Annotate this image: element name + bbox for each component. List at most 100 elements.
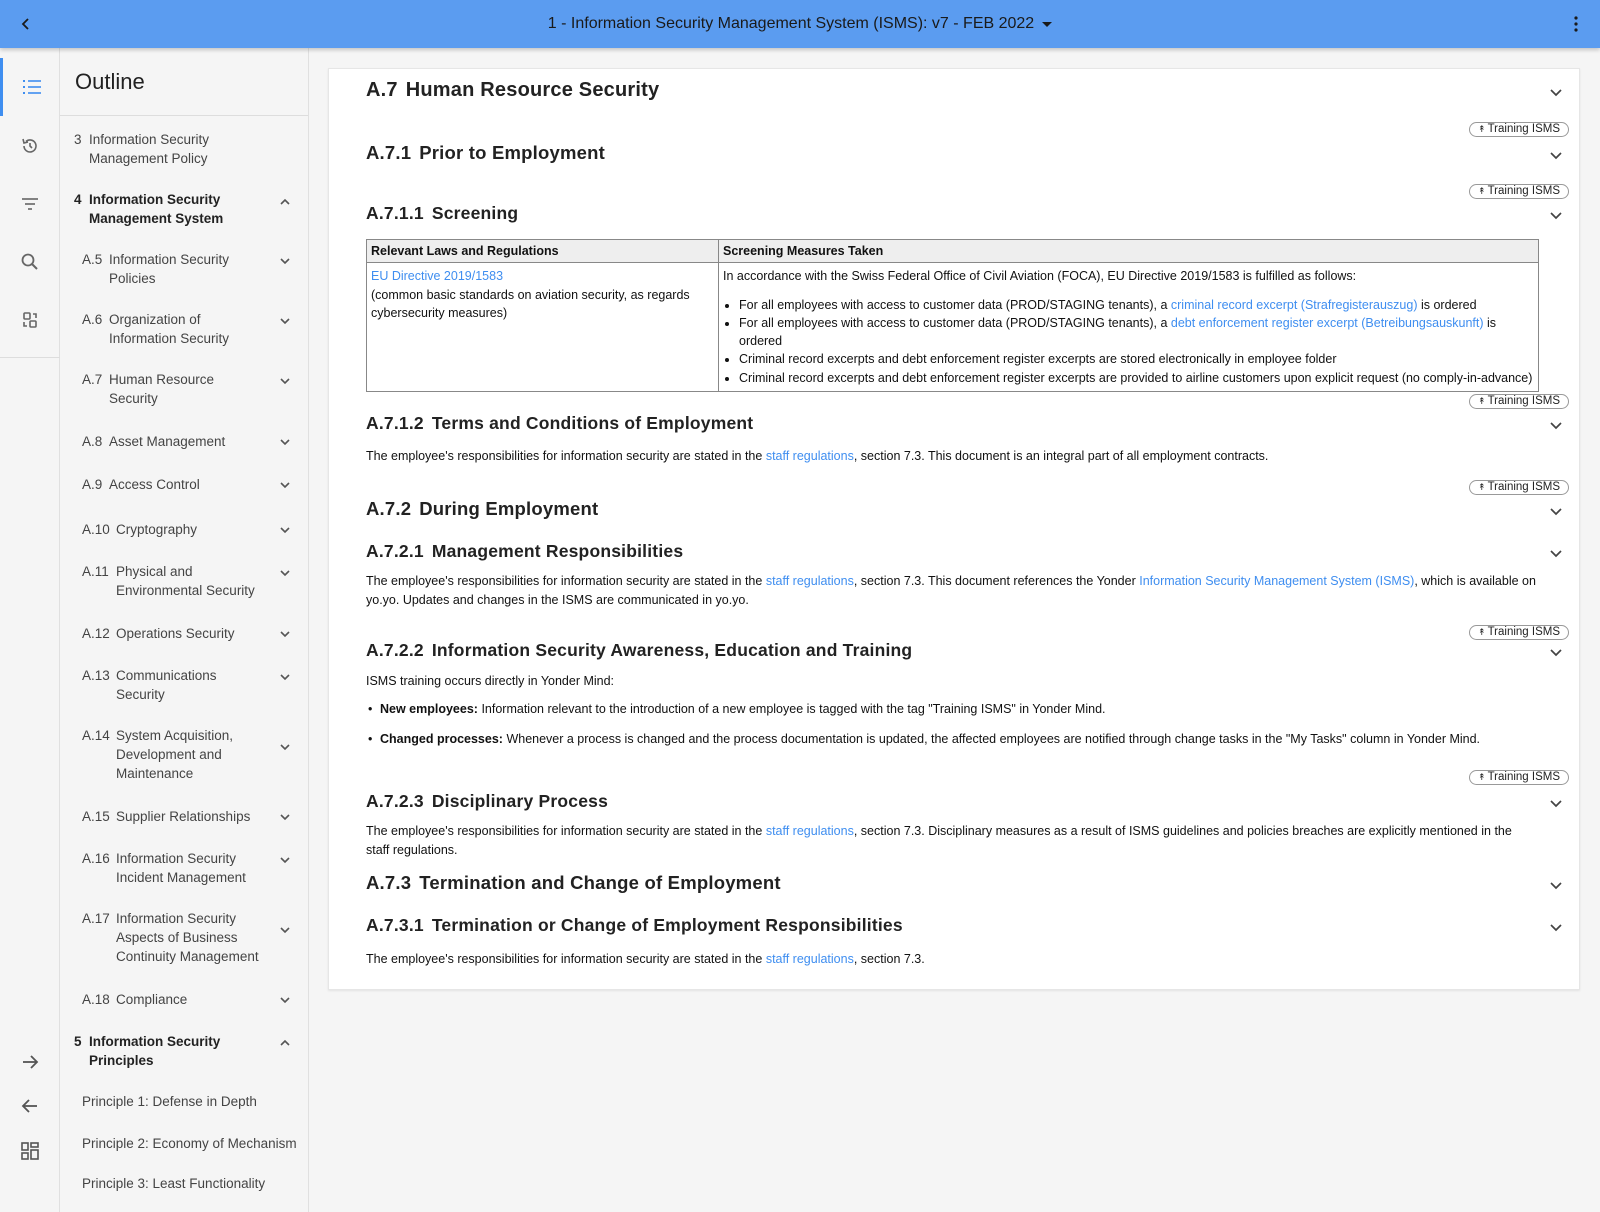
list-numbered-icon: [22, 80, 41, 94]
section-title: Termination and Change of Employment: [419, 872, 781, 893]
rail-apps-button[interactable]: [0, 1122, 60, 1180]
outline-item-label: Communications Security: [116, 668, 217, 702]
search-icon: [21, 253, 38, 270]
chevron-down-icon[interactable]: [279, 315, 291, 327]
list-text: For all employees with access to custome…: [739, 297, 1171, 312]
outline-item-number: A.13: [82, 668, 110, 683]
chevron-down-icon[interactable]: [1549, 208, 1563, 222]
chevron-down-icon[interactable]: [279, 479, 291, 491]
chevron-down-icon[interactable]: [1549, 920, 1563, 934]
tag-badge[interactable]: ↟ Training ISMS: [1469, 770, 1569, 785]
paragraph-text: , section 7.3. This document is an integ…: [853, 449, 1269, 463]
law-description: (common basic standards on aviation secu…: [371, 287, 690, 321]
outline-item-label: Information Security Aspects of Business…: [116, 911, 259, 964]
eu-directive-link[interactable]: EU Directive 2019/1583: [371, 269, 503, 283]
arrow-left-icon: [21, 1099, 37, 1113]
chevron-down-icon[interactable]: [279, 567, 291, 579]
outline-item-label: System Acquisition, Development and Main…: [116, 728, 234, 781]
section-title: Management Responsibilities: [431, 541, 684, 561]
chevron-down-icon[interactable]: [1549, 148, 1563, 162]
chevron-down-icon[interactable]: [279, 994, 291, 1006]
section-heading-a711: A.7.1.1 Screening: [366, 203, 518, 224]
tag-badge[interactable]: ↟ Training ISMS: [1469, 184, 1569, 199]
section-number: A.7.3.1: [366, 915, 424, 935]
debt-register-link[interactable]: debt enforcement register excerpt (Betre…: [1171, 316, 1484, 330]
section-heading-a722: A.7.2.2 Information Security Awareness, E…: [366, 640, 912, 661]
screening-intro: In accordance with the Swiss Federal Off…: [723, 269, 1357, 283]
more-menu-button[interactable]: [1564, 12, 1588, 36]
list-text: is ordered: [1417, 297, 1477, 312]
chevron-down-icon[interactable]: [1549, 546, 1563, 560]
table-header: Relevant Laws and Regulations: [366, 239, 719, 263]
criminal-record-link[interactable]: criminal record excerpt (Strafregisterau…: [1171, 298, 1418, 312]
outline-item-number: A.16: [82, 851, 110, 866]
chevron-down-icon[interactable]: [1549, 878, 1563, 892]
tag-badge[interactable]: ↟ Training ISMS: [1469, 625, 1569, 640]
chevron-down-icon[interactable]: [279, 811, 291, 823]
chevron-down-icon[interactable]: [1549, 645, 1563, 659]
tag-badge[interactable]: ↟ Training ISMS: [1469, 480, 1569, 495]
outline-item-label: Access Control: [109, 477, 200, 492]
chevron-up-icon[interactable]: [279, 1037, 291, 1049]
paragraph: The employee's responsibilities for info…: [366, 447, 1536, 466]
section-title: Screening: [431, 203, 519, 223]
outline-item-label: Principle 1: Defense in Depth: [82, 1094, 257, 1109]
rail-filter-button[interactable]: [0, 175, 60, 233]
rail-search-button[interactable]: [0, 233, 60, 291]
document-selector[interactable]: 1 - Information Security Management Syst…: [0, 0, 1600, 48]
outline-panel: Outline 3 Information Security Managemen…: [60, 48, 309, 1212]
list-text: For all employees with access to custome…: [739, 315, 1171, 330]
section-number: A.7.1.2: [366, 413, 424, 433]
staff-regulations-link[interactable]: staff regulations: [766, 449, 854, 463]
list-item: New employees: Information relevant to t…: [366, 702, 1106, 716]
chevron-up-icon[interactable]: [279, 196, 291, 208]
outline-item-label: Supplier Relationships: [116, 809, 251, 824]
staff-regulations-link[interactable]: staff regulations: [766, 574, 854, 588]
rail-history-button[interactable]: [0, 117, 60, 175]
tag-badge[interactable]: ↟ Training ISMS: [1469, 122, 1569, 137]
pin-icon: ↟: [1478, 124, 1486, 134]
list-item-label: Changed processes:: [380, 732, 503, 746]
chevron-down-icon[interactable]: [1549, 418, 1563, 432]
pin-icon: ↟: [1478, 482, 1486, 492]
rail-sync-button[interactable]: [0, 291, 60, 349]
chevron-down-icon[interactable]: [1549, 796, 1563, 810]
outline-item-number: A.8: [82, 434, 103, 449]
tag-badge[interactable]: ↟ Training ISMS: [1469, 394, 1569, 409]
list-item: For all employees with access to custome…: [739, 296, 1534, 314]
section-title: During Employment: [419, 498, 599, 519]
isms-link[interactable]: Information Security Management System (…: [1139, 574, 1414, 588]
outline-item-label: Operations Security: [116, 626, 235, 641]
chevron-down-icon[interactable]: [279, 255, 291, 267]
outline-item-number: A.18: [82, 992, 110, 1007]
chevron-down-icon[interactable]: [279, 436, 291, 448]
staff-regulations-link[interactable]: staff regulations: [766, 824, 854, 838]
caret-down-icon: [1042, 21, 1053, 27]
paragraph: The employee's responsibilities for info…: [366, 950, 1536, 969]
chevron-down-icon[interactable]: [279, 524, 291, 536]
chevron-down-icon[interactable]: [279, 671, 291, 683]
chevron-down-icon[interactable]: [279, 924, 291, 936]
outline-item-label: Information Security Policies: [109, 252, 230, 286]
staff-regulations-link[interactable]: staff regulations: [766, 952, 854, 966]
chevron-down-icon[interactable]: [279, 628, 291, 640]
document-title: 1 - Information Security Management Syst…: [547, 15, 1035, 32]
outline-item-number: A.7: [82, 372, 103, 387]
section-heading-a721: A.7.2.1 Management Responsibilities: [366, 541, 683, 562]
tag-label: Training ISMS: [1487, 626, 1560, 638]
chevron-down-icon[interactable]: [279, 854, 291, 866]
section-heading-a723: A.7.2.3 Disciplinary Process: [366, 791, 608, 812]
table-cell: EU Directive 2019/1583 (common basic sta…: [366, 262, 719, 392]
outline-item-number: A.11: [82, 564, 109, 579]
list-item: Criminal record excerpts and debt enforc…: [739, 369, 1534, 387]
chevron-down-icon[interactable]: [279, 375, 291, 387]
section-title: Information Security Awareness, Educatio…: [431, 640, 913, 660]
paragraph: The employee's responsibilities for info…: [366, 822, 1536, 859]
tag-label: Training ISMS: [1487, 771, 1560, 783]
rail-outline-button[interactable]: [0, 58, 60, 116]
pin-icon: ↟: [1478, 627, 1486, 637]
chevron-down-icon[interactable]: [1549, 85, 1563, 99]
chevron-down-icon[interactable]: [279, 741, 291, 753]
chevron-down-icon[interactable]: [1549, 504, 1563, 518]
section-title: Terms and Conditions of Employment: [431, 413, 754, 433]
